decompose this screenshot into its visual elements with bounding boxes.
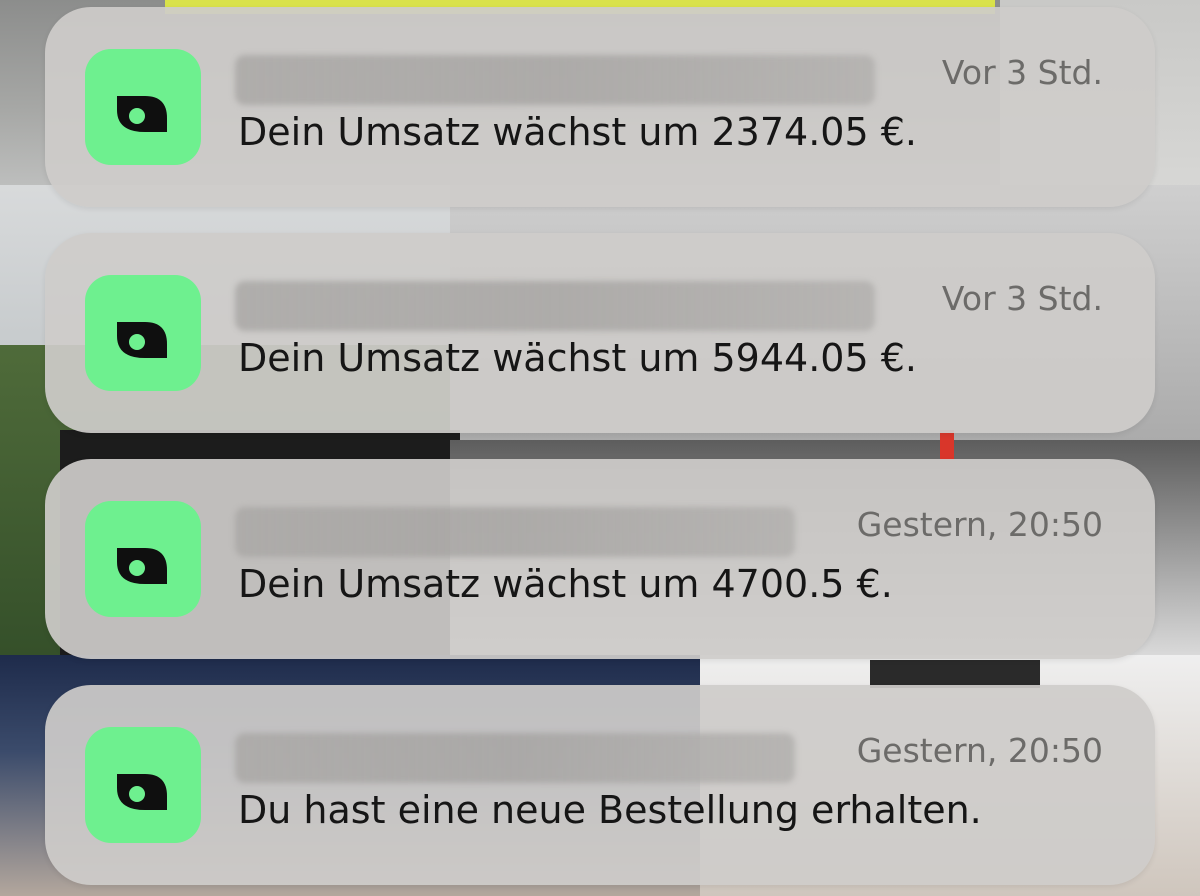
- notification-card[interactable]: Gestern, 20:50 Du hast eine neue Bestell…: [45, 685, 1155, 885]
- shop-app-icon: [85, 727, 201, 843]
- shop-app-icon: [85, 275, 201, 391]
- sender-name-redacted: [235, 733, 795, 783]
- sender-name-redacted: [235, 55, 875, 105]
- shop-app-icon: [85, 49, 201, 165]
- notification-card[interactable]: Gestern, 20:50 Dein Umsatz wächst um 470…: [45, 459, 1155, 659]
- notification-message: Dein Umsatz wächst um 2374.05 €.: [238, 110, 917, 154]
- notification-time: Gestern, 20:50: [856, 505, 1103, 544]
- notification-message: Dein Umsatz wächst um 4700.5 €.: [238, 562, 893, 606]
- notification-card[interactable]: Vor 3 Std. Dein Umsatz wächst um 5944.05…: [45, 233, 1155, 433]
- notification-time: Vor 3 Std.: [941, 279, 1103, 318]
- notification-card[interactable]: Vor 3 Std. Dein Umsatz wächst um 2374.05…: [45, 7, 1155, 207]
- shop-app-icon: [85, 501, 201, 617]
- sender-name-redacted: [235, 281, 875, 331]
- sender-name-redacted: [235, 507, 795, 557]
- notification-time: Vor 3 Std.: [941, 53, 1103, 92]
- notification-time: Gestern, 20:50: [856, 731, 1103, 770]
- notification-message: Du hast eine neue Bestellung erhalten.: [238, 788, 982, 832]
- notification-message: Dein Umsatz wächst um 5944.05 €.: [238, 336, 917, 380]
